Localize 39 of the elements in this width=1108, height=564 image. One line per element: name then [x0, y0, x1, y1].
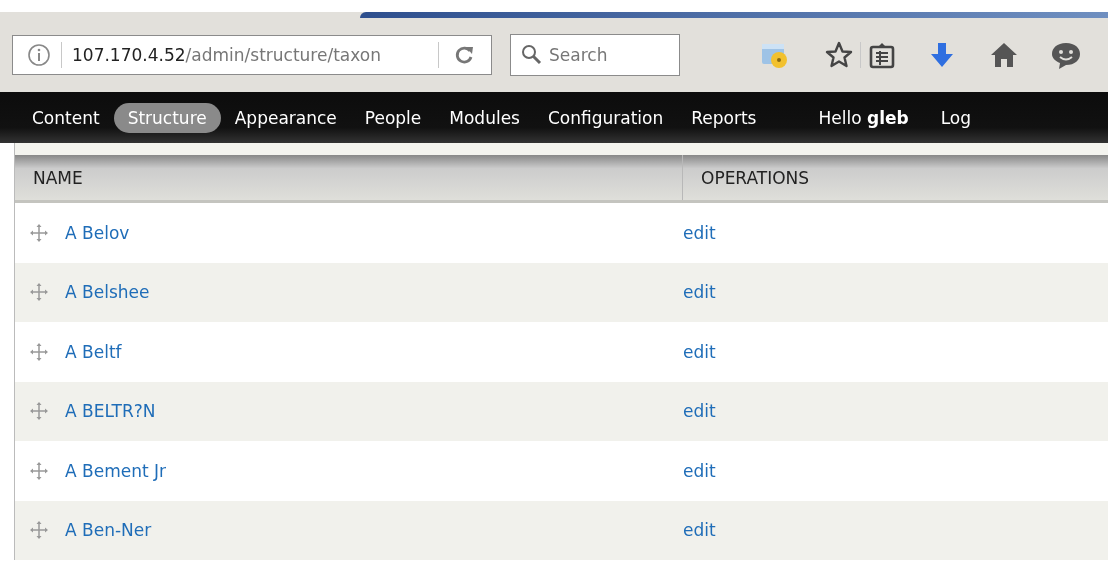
nav-tab[interactable]: Structure [113, 102, 221, 133]
home-icon[interactable] [989, 40, 1019, 70]
search-field[interactable]: Search [510, 34, 680, 76]
drag-handle-icon[interactable] [29, 222, 49, 243]
star-icon[interactable] [824, 40, 854, 70]
address-bar[interactable]: 107.170.4.52/admin/structure/taxon [12, 35, 492, 75]
edit-link[interactable]: edit [683, 460, 716, 481]
nav-tab[interactable]: Modules [435, 102, 534, 133]
nav-tab[interactable]: Appearance [220, 102, 351, 133]
edit-link[interactable]: edit [683, 401, 716, 422]
drag-handle-icon[interactable] [29, 282, 49, 303]
nav-tab[interactable]: People [350, 102, 436, 133]
term-link[interactable]: A Ben-Ner [65, 520, 152, 541]
drag-handle-icon[interactable] [29, 401, 49, 422]
clipboard-icon[interactable] [867, 40, 897, 70]
drag-handle-icon[interactable] [29, 341, 49, 362]
info-icon[interactable] [27, 43, 51, 67]
logout-link[interactable]: Log [940, 107, 972, 128]
nav-tab[interactable]: Configuration [533, 102, 678, 133]
drag-handle-icon[interactable] [29, 460, 49, 481]
url-host: 107.170.4.52 [72, 45, 186, 65]
nav-tab[interactable]: Reports [677, 102, 771, 133]
term-link[interactable]: A Bement Jr [65, 460, 167, 481]
column-header: OPERATIONS [700, 166, 810, 190]
url-path: /admin/structure/taxon [185, 45, 381, 65]
column-header: NAME [15, 155, 683, 200]
drag-handle-icon[interactable] [29, 520, 49, 541]
edit-link[interactable]: edit [683, 282, 716, 303]
edit-link[interactable]: edit [683, 341, 716, 362]
reload-icon[interactable] [453, 44, 475, 66]
edit-link[interactable]: edit [683, 222, 716, 243]
term-link[interactable]: A Belov [65, 222, 130, 243]
nav-tab[interactable]: Content [18, 102, 114, 133]
term-link[interactable]: A Beltf [65, 341, 122, 362]
chat-icon[interactable] [1051, 40, 1081, 70]
term-link[interactable]: A BELTR?N [65, 401, 156, 422]
term-link[interactable]: A Belshee [65, 282, 150, 303]
edit-link[interactable]: edit [683, 520, 716, 541]
user-greeting: Hello gleb [818, 107, 909, 128]
